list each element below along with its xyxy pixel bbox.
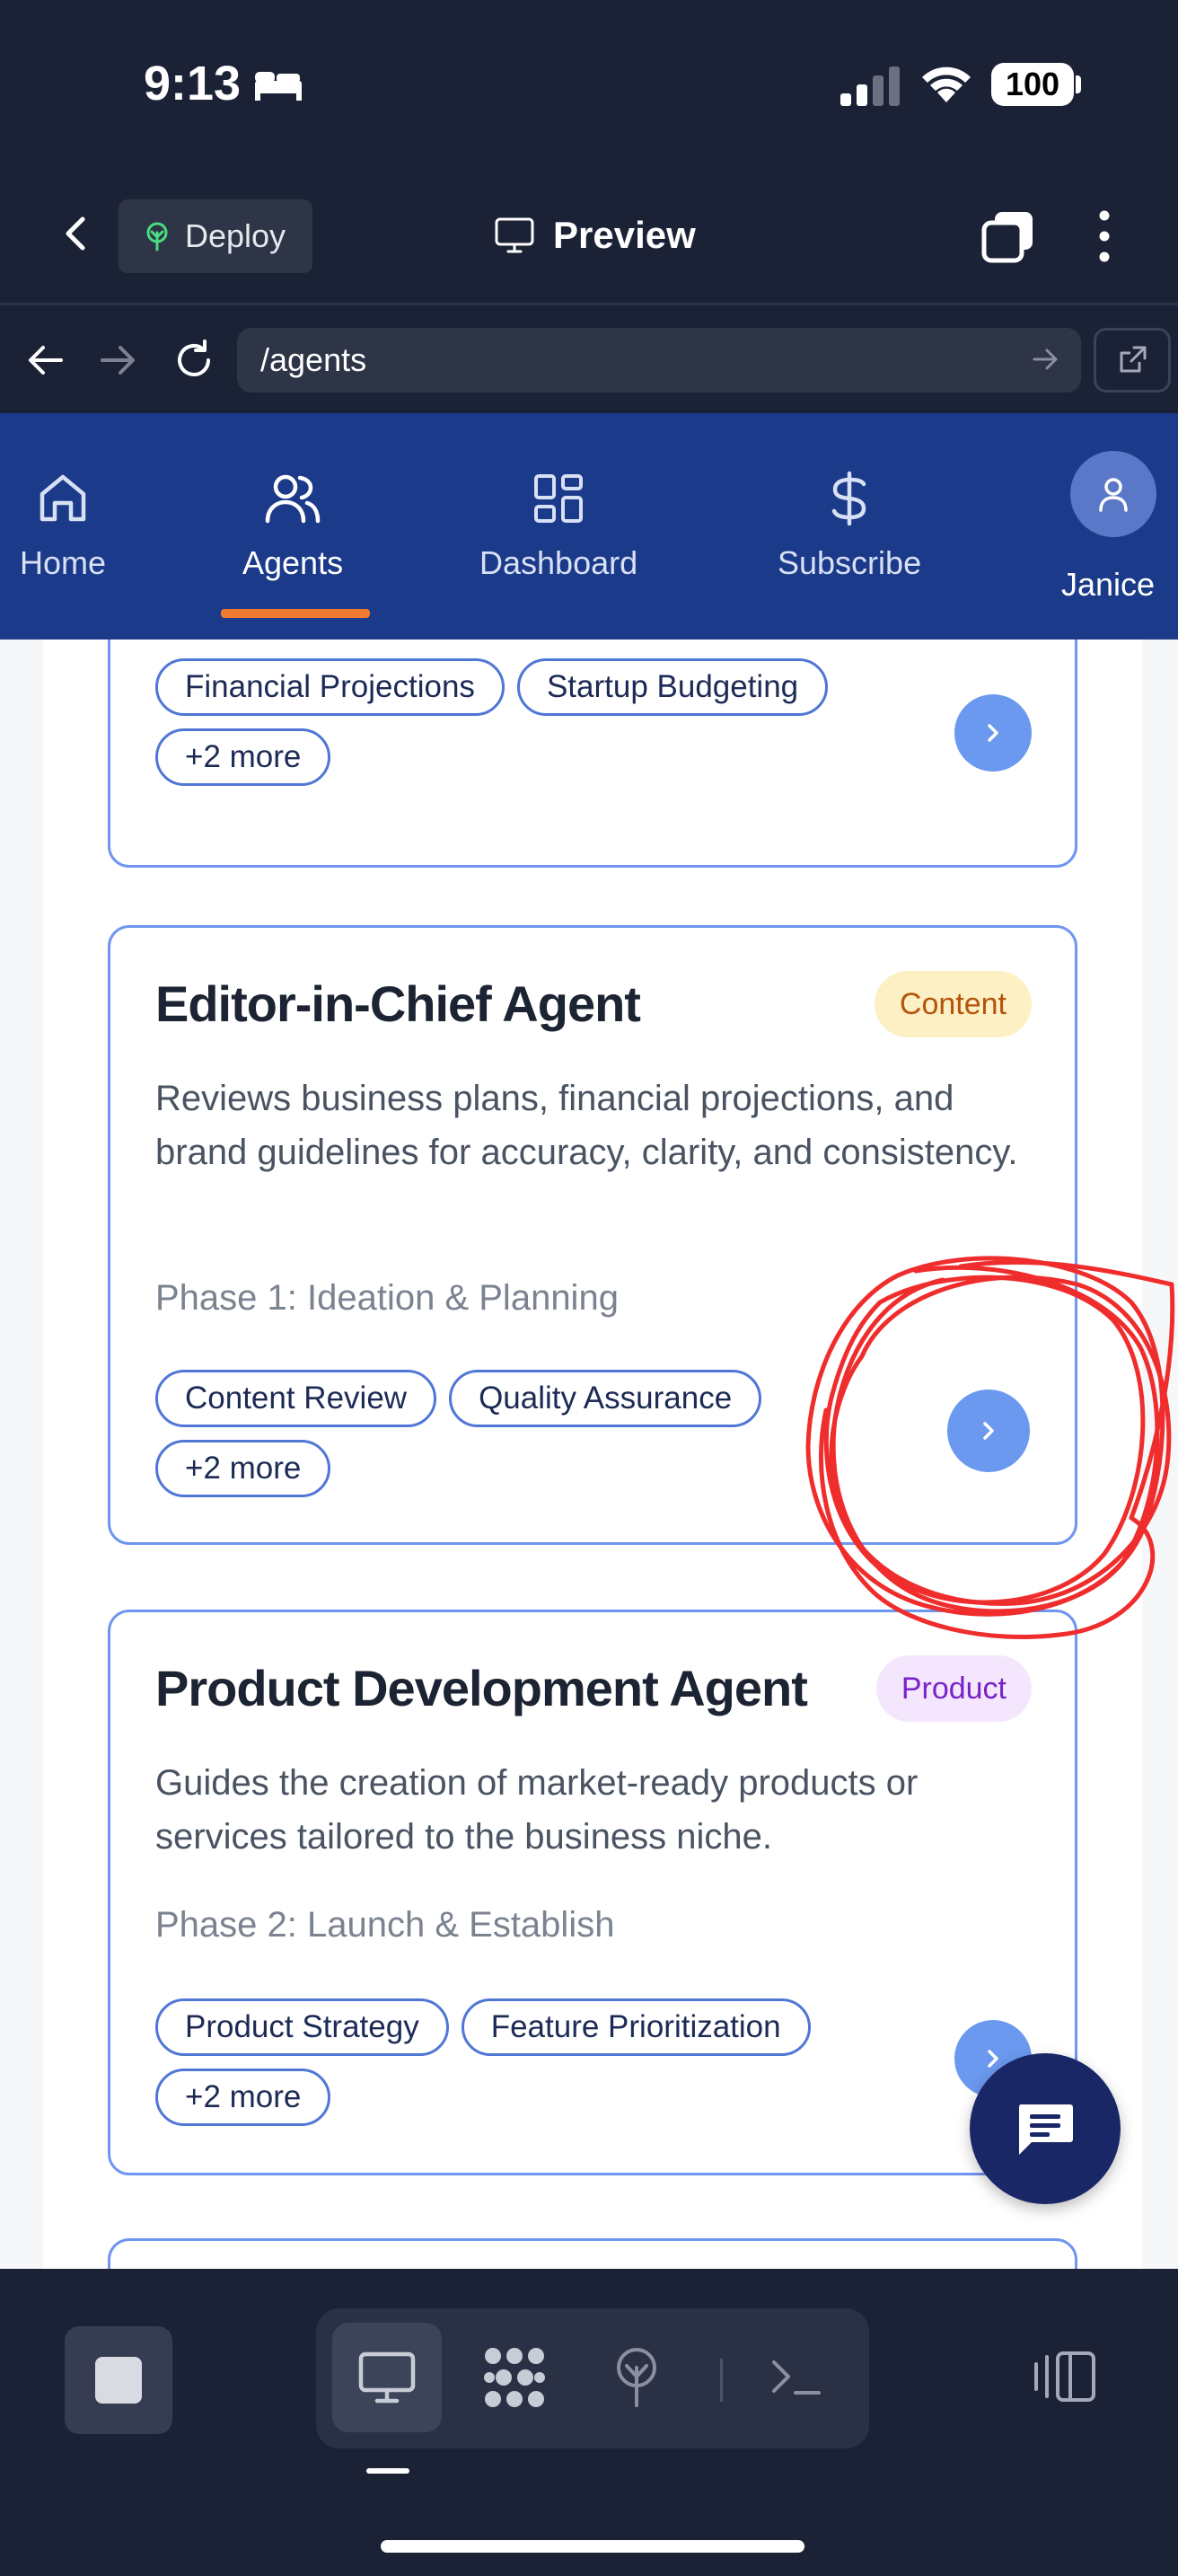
deploy-button[interactable]: Deploy (119, 199, 312, 273)
deploy-tree-icon (146, 222, 168, 251)
chat-bubble-icon (1019, 2104, 1073, 2155)
tag[interactable]: Financial Projections (155, 658, 505, 716)
status-bar: 9:13 100 (0, 0, 1178, 171)
active-mode-indicator (366, 2468, 409, 2474)
monitor-icon (358, 2351, 416, 2404)
open-external-button[interactable] (1094, 328, 1171, 393)
back-chevron-icon[interactable] (56, 212, 99, 255)
divider (720, 2359, 723, 2402)
avatar[interactable] (1070, 451, 1156, 537)
browser-forward-icon[interactable] (99, 342, 138, 378)
more-vertical-icon[interactable] (1090, 208, 1119, 264)
home-icon (40, 474, 86, 522)
app-header: Deploy Preview (0, 171, 1178, 305)
agent-card-product-development[interactable]: Product Development Agent Product Guides… (108, 1610, 1077, 2175)
deploy-tree-icon (617, 2348, 656, 2407)
preview-title-label: Preview (553, 214, 696, 256)
nav-label-dashboard: Dashboard (479, 544, 638, 581)
agent-phase: Phase 2: Launch & Establish (155, 1905, 615, 1945)
url-go-arrow-icon[interactable] (1031, 346, 1059, 373)
nav-item-home[interactable]: Home (20, 471, 106, 582)
tag-more[interactable]: +2 more (155, 2069, 331, 2126)
battery-indicator: 100 (991, 63, 1074, 106)
chevron-right-icon (988, 724, 998, 742)
wifi-icon (922, 66, 971, 102)
clock: 9:13 (144, 57, 242, 110)
console-mode-button[interactable] (742, 2323, 851, 2432)
agent-description: Guides the creation of market-ready prod… (155, 1763, 919, 1857)
reload-icon[interactable] (172, 339, 215, 382)
browser-bar: /agents (0, 308, 1178, 413)
nav-item-agents[interactable]: Agents (242, 471, 343, 582)
tag[interactable]: Content Review (155, 1370, 437, 1427)
home-indicator[interactable] (381, 2540, 804, 2553)
agent-description: Reviews business plans, financial projec… (155, 1079, 1018, 1172)
external-link-icon (1120, 346, 1147, 373)
terminal-icon (772, 2360, 821, 2395)
tag[interactable]: Product Strategy (155, 1998, 449, 2056)
tag-more[interactable]: +2 more (155, 728, 331, 786)
tag-list: Product Strategy Feature Prioritization … (155, 1998, 927, 2126)
cellular-signal-icon (840, 66, 900, 106)
url-field[interactable]: /agents (237, 328, 1081, 393)
chat-button[interactable] (970, 2053, 1121, 2204)
agent-title: Editor-in-Chief Agent (155, 975, 641, 1032)
view-mode-switcher (316, 2308, 869, 2448)
panel-layout-icon[interactable] (1033, 2350, 1097, 2404)
monitor-icon (495, 217, 534, 253)
nav-label-agents: Agents (242, 544, 344, 581)
tag-more[interactable]: +2 more (155, 1440, 331, 1497)
nav-item-subscribe[interactable]: Subscribe (778, 471, 921, 582)
deploy-label: Deploy (185, 217, 286, 254)
tag[interactable]: Startup Budgeting (516, 658, 829, 716)
user-name[interactable]: Janice (1061, 566, 1155, 604)
deploy-mode-button[interactable] (582, 2323, 691, 2432)
url-text: /agents (260, 341, 367, 378)
browser-back-icon[interactable] (25, 342, 65, 378)
active-tab-indicator (221, 609, 370, 618)
tag-list: Financial Projections Startup Budgeting … (155, 658, 927, 786)
agent-card-next[interactable] (108, 2238, 1077, 2269)
bottom-toolbar (0, 2269, 1178, 2576)
user-icon (1099, 478, 1128, 512)
preview-title: Preview (494, 208, 696, 262)
dollar-icon (831, 471, 866, 526)
annotation-scribble (805, 1256, 1175, 1640)
bed-icon (255, 72, 302, 101)
nav-label-home: Home (20, 544, 107, 581)
workflow-mode-button[interactable] (460, 2323, 569, 2432)
tabs-icon[interactable] (980, 208, 1036, 264)
tag[interactable]: Quality Assurance (449, 1370, 762, 1427)
agent-phase: Phase 1: Ideation & Planning (155, 1278, 619, 1318)
agent-card-financial[interactable]: Financial Projections Startup Budgeting … (108, 640, 1077, 868)
battery-nub (1076, 75, 1081, 93)
category-badge: Content (874, 971, 1032, 1037)
stop-icon (95, 2357, 142, 2404)
stop-button[interactable] (65, 2326, 172, 2434)
open-agent-button[interactable] (954, 694, 1032, 772)
users-icon (265, 474, 321, 524)
preview-mode-button[interactable] (332, 2323, 442, 2432)
category-badge: Product (875, 1655, 1032, 1722)
workflow-nodes-icon (484, 2348, 545, 2407)
tag[interactable]: Feature Prioritization (461, 1998, 811, 2056)
grid-icon (534, 474, 584, 523)
nav-item-dashboard[interactable]: Dashboard (479, 471, 637, 582)
app-navigation: Home Agents Dashboard Subscribe Janice (0, 413, 1178, 640)
agent-title: Product Development Agent (155, 1660, 808, 1716)
nav-label-subscribe: Subscribe (778, 544, 922, 581)
